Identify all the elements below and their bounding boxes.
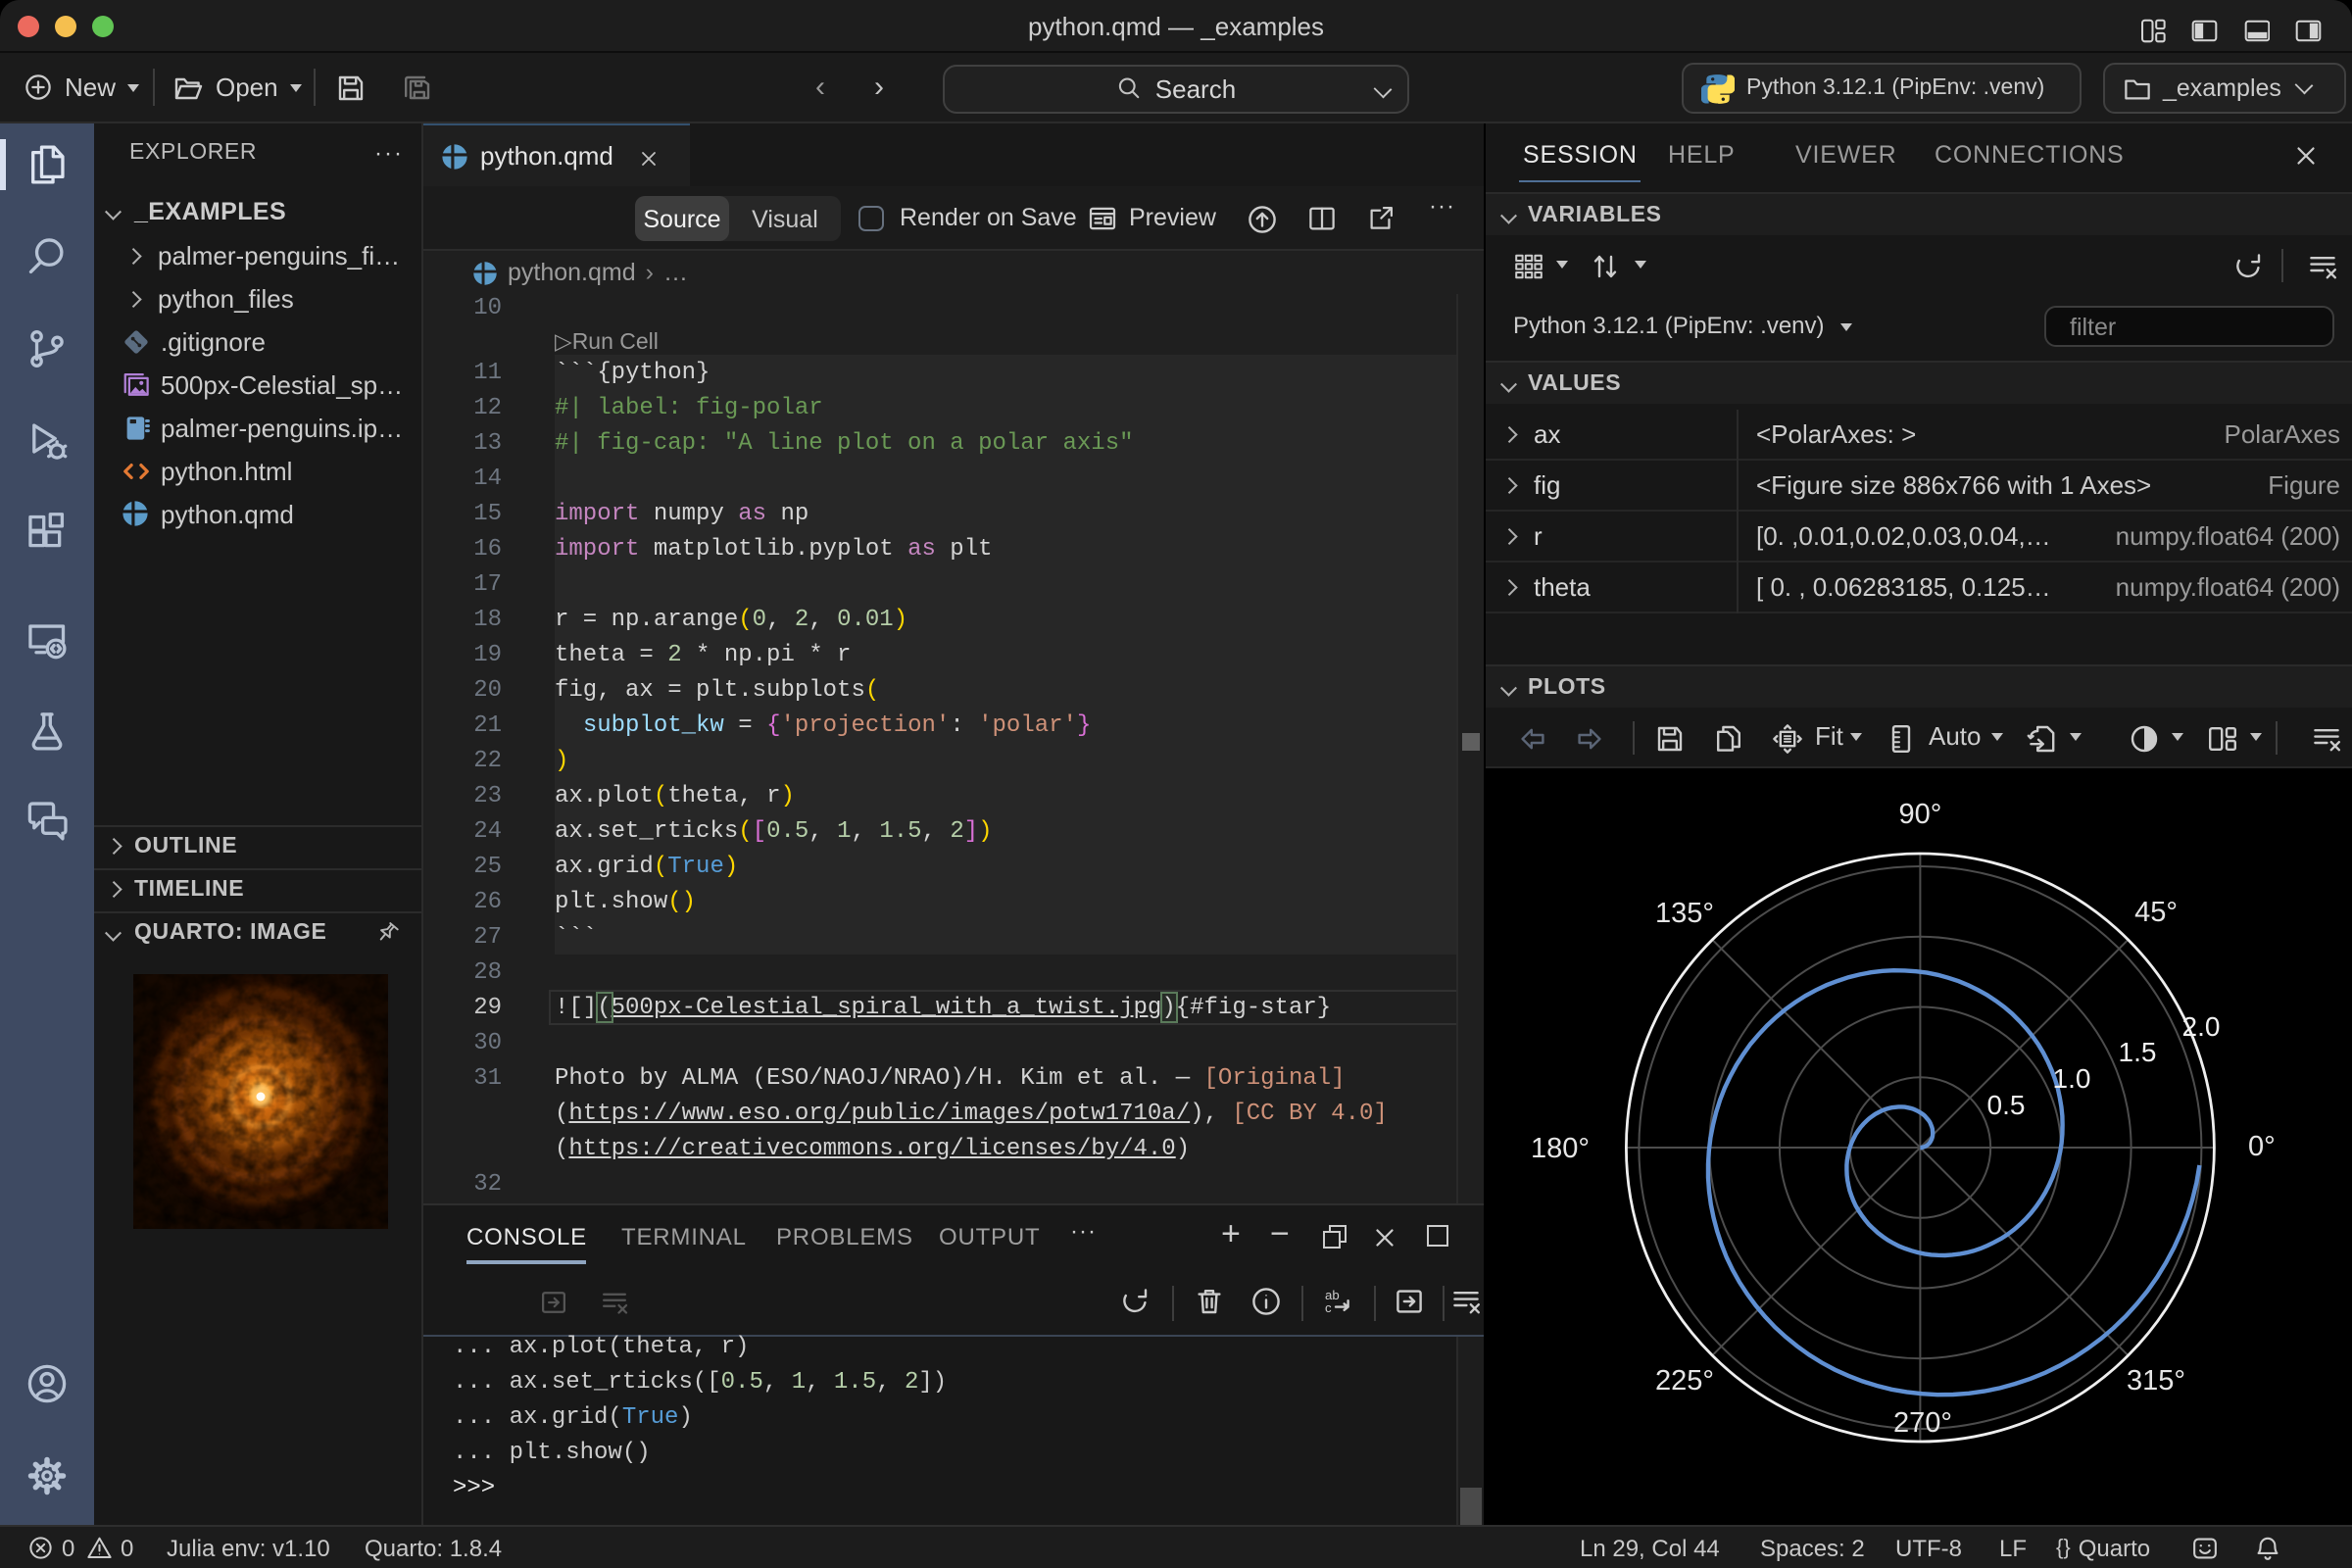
svg-text:0.5: 0.5 <box>1987 1090 2026 1120</box>
svg-text:0°: 0° <box>2248 1131 2276 1162</box>
svg-text:2.0: 2.0 <box>2182 1011 2221 1042</box>
svg-text:45°: 45° <box>2134 897 2178 928</box>
svg-text:c: c <box>1325 1300 1332 1315</box>
svg-text:180°: 180° <box>1531 1133 1590 1164</box>
svg-text:1.0: 1.0 <box>2053 1063 2091 1094</box>
svg-text:135°: 135° <box>1655 898 1714 929</box>
svg-text:1.5: 1.5 <box>2119 1037 2157 1067</box>
svg-text:315°: 315° <box>2127 1365 2185 1396</box>
svg-text:225°: 225° <box>1655 1365 1714 1396</box>
svg-text:90°: 90° <box>1898 799 1941 830</box>
svg-text:270°: 270° <box>1893 1407 1952 1439</box>
